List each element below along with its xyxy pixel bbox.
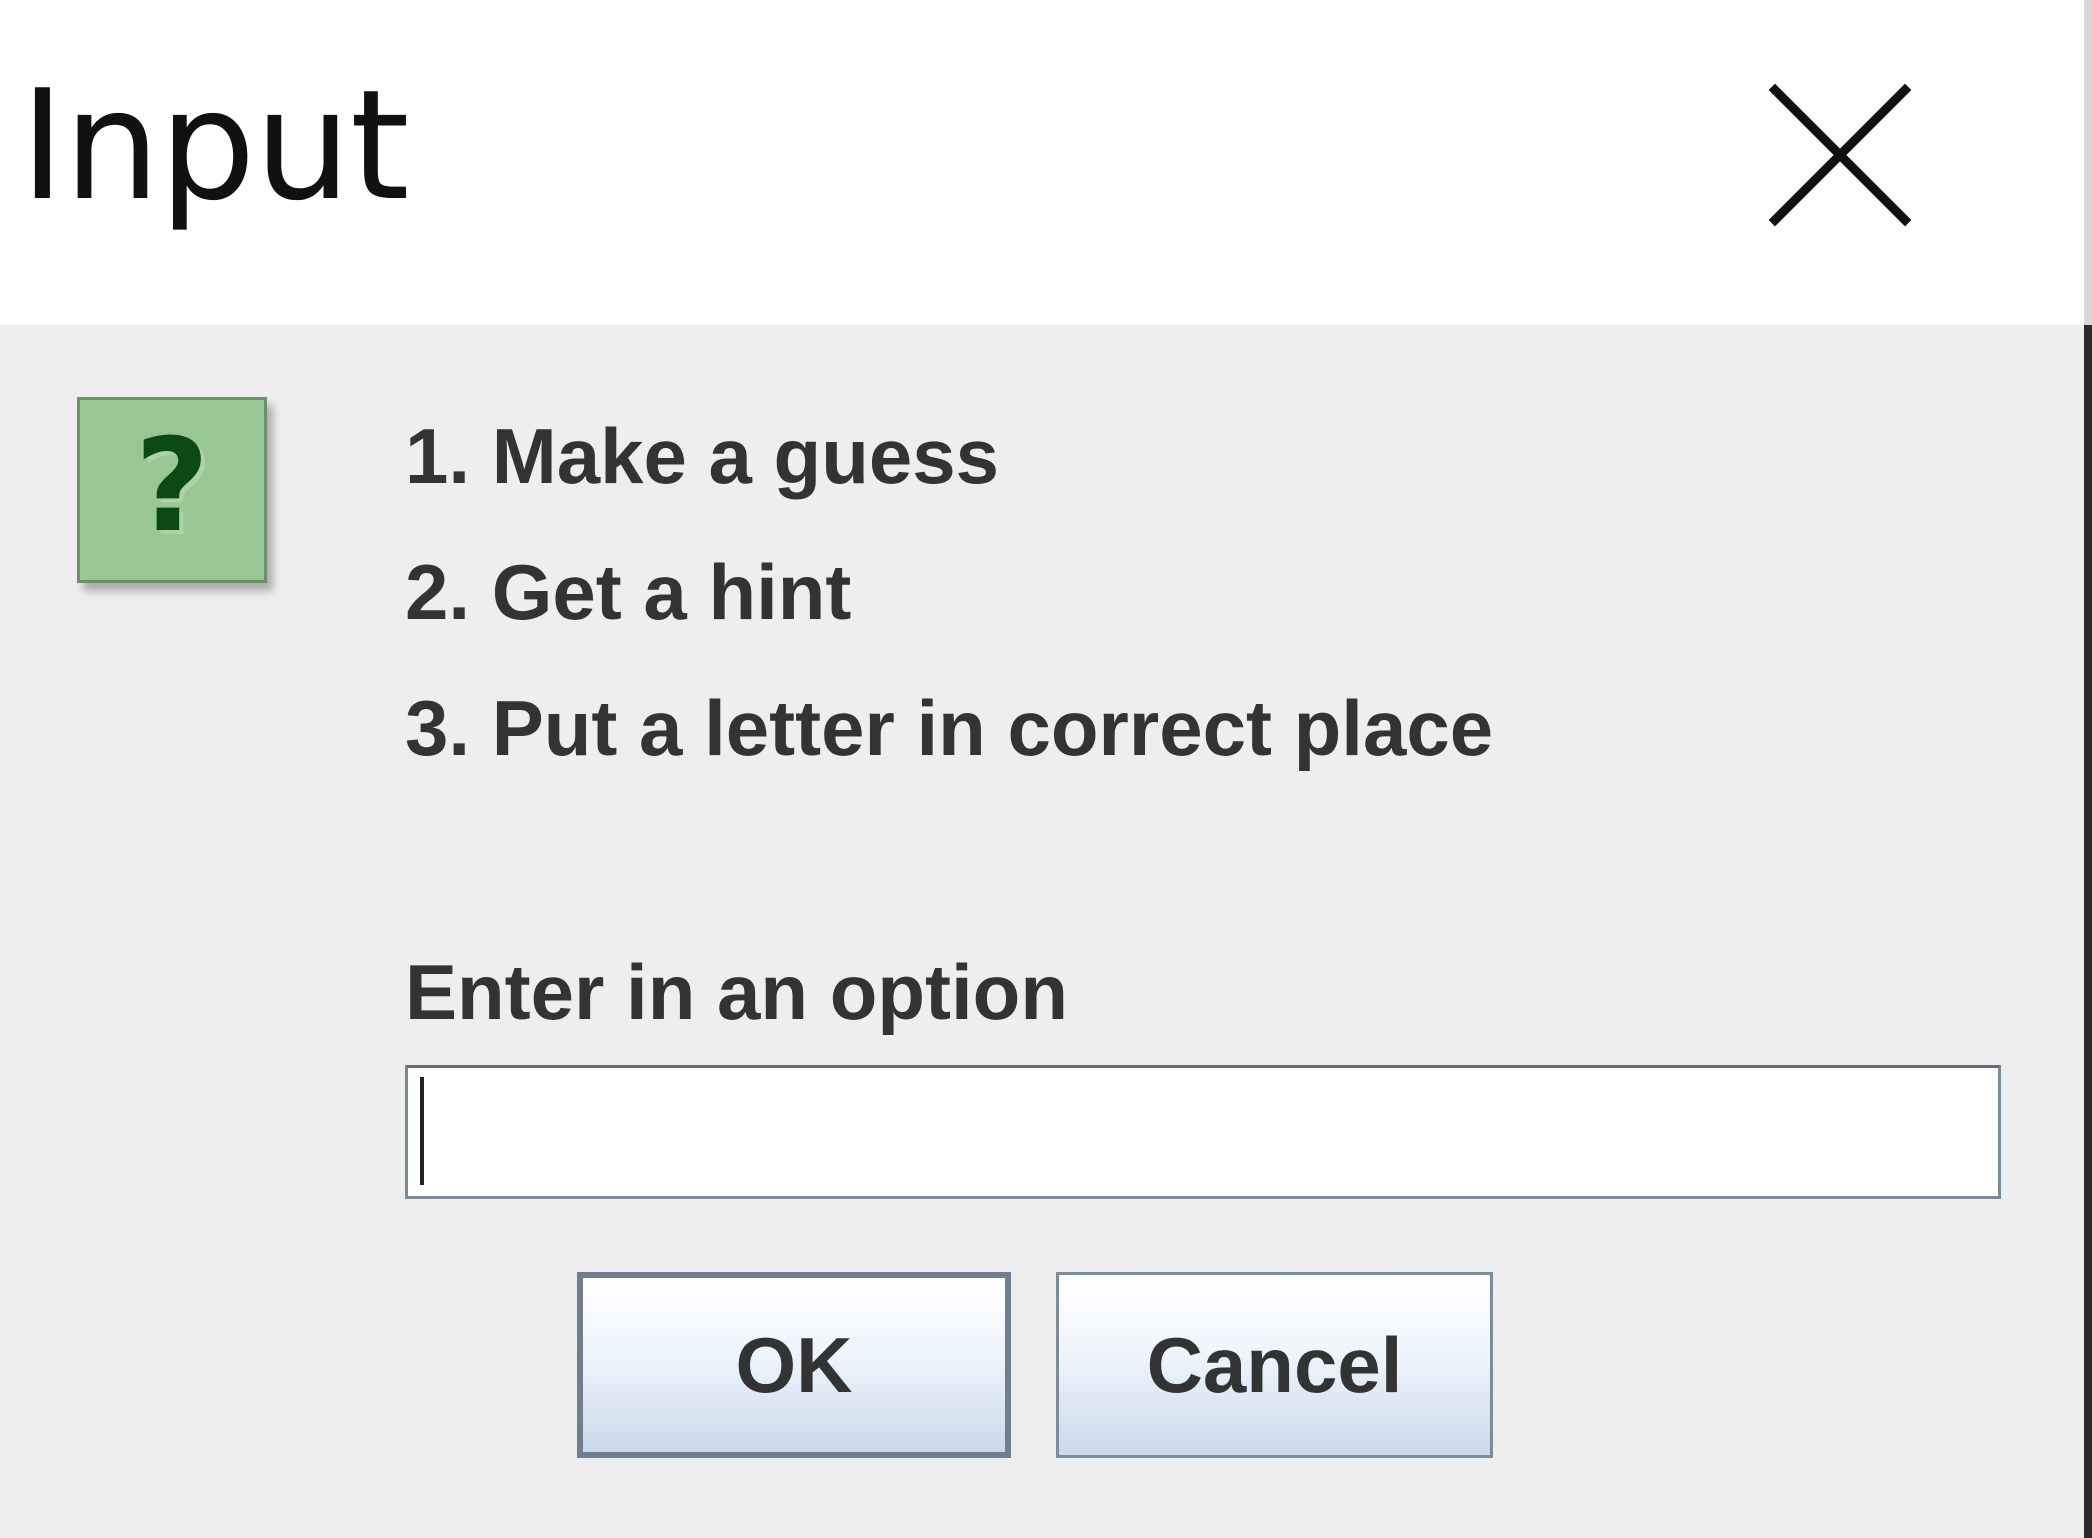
window-title: Input [20, 57, 410, 234]
title-bar[interactable]: Input [0, 0, 2084, 325]
text-caret [420, 1077, 424, 1185]
close-button[interactable] [1755, 70, 1925, 240]
question-glyph: ? [134, 412, 210, 561]
window-edge-top [2084, 0, 2092, 325]
message-line-2: 2. Get a hint [405, 548, 852, 636]
close-icon [1768, 83, 1912, 227]
option-input-field[interactable] [405, 1065, 2001, 1199]
ok-button[interactable]: OK [577, 1272, 1011, 1458]
prompt-label: Enter in an option [405, 948, 1068, 1036]
input-dialog-window: Input ? 1. Make a guess 2. Get a hint 3.… [0, 0, 2092, 1538]
cancel-button[interactable]: Cancel [1056, 1272, 1493, 1458]
message-line-1: 1. Make a guess [405, 412, 999, 500]
message-line-3: 3. Put a letter in correct place [405, 684, 1494, 772]
dialog-content: ? 1. Make a guess 2. Get a hint 3. Put a… [0, 325, 2084, 1538]
question-icon: ? [77, 397, 267, 583]
